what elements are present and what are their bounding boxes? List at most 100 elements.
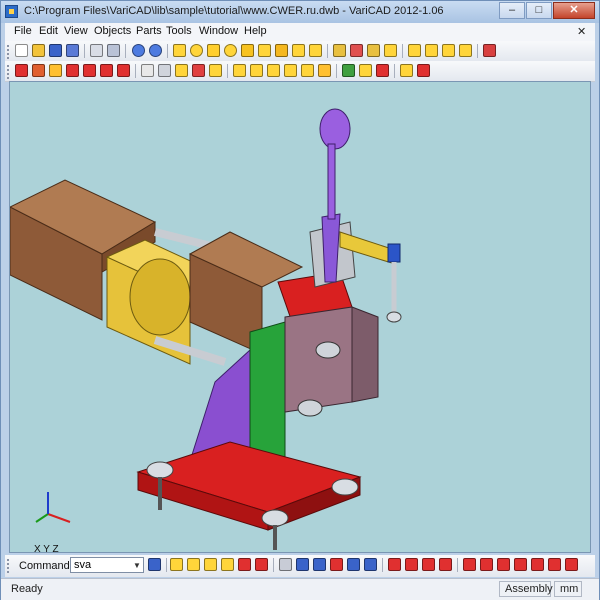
toolbar-separator — [227, 64, 228, 78]
toolbar-separator — [166, 558, 167, 572]
status-text: Ready — [11, 583, 43, 595]
axis-labels: X Y Z — [34, 544, 59, 555]
loft-icon[interactable] — [442, 44, 455, 57]
section-icon[interactable] — [192, 64, 205, 77]
torus-solid-icon[interactable] — [241, 44, 254, 57]
copy-transform-icon[interactable] — [49, 64, 62, 77]
maximize-button[interactable]: □ — [526, 2, 552, 19]
chamfer-icon[interactable] — [301, 64, 314, 77]
command-execute-icon[interactable] — [148, 558, 161, 571]
cross-section-icon[interactable] — [388, 558, 401, 571]
solid-box-icon[interactable] — [170, 558, 183, 571]
transform-icon[interactable] — [32, 64, 45, 77]
wireframe-icon[interactable] — [141, 64, 154, 77]
undo-icon[interactable] — [132, 44, 145, 57]
constraint-icon[interactable] — [296, 558, 309, 571]
minimize-button[interactable]: – — [499, 2, 525, 19]
bom-icon[interactable] — [364, 558, 377, 571]
view-front-icon[interactable] — [342, 64, 355, 77]
toolbar-separator — [394, 64, 395, 78]
copy-icon[interactable] — [90, 44, 103, 57]
assembly-tree-icon[interactable] — [279, 558, 292, 571]
menu-edit[interactable]: Edit — [39, 25, 58, 37]
scale-icon[interactable] — [100, 64, 113, 77]
menu-view[interactable]: View — [64, 25, 88, 37]
solid-section-icon[interactable] — [238, 558, 251, 571]
solid-cut-icon[interactable] — [255, 558, 268, 571]
solid-pipe-icon[interactable] — [204, 558, 217, 571]
array-icon[interactable] — [117, 64, 130, 77]
solid-cylinder-icon[interactable] — [187, 558, 200, 571]
measure-icon[interactable] — [209, 64, 222, 77]
shaded-icon[interactable] — [175, 64, 188, 77]
extrude-icon[interactable] — [408, 44, 421, 57]
solid-visibility-icon[interactable] — [548, 558, 561, 571]
open-folder-icon[interactable] — [32, 44, 45, 57]
title-bar[interactable]: C:\Program Files\VariCAD\lib\sample\tuto… — [1, 1, 599, 23]
save-icon[interactable] — [49, 44, 62, 57]
mirror-icon[interactable] — [83, 64, 96, 77]
zoom-icon[interactable] — [417, 64, 430, 77]
boolean-intersect-icon[interactable] — [267, 64, 280, 77]
close-button[interactable]: ✕ — [553, 2, 595, 19]
menu-window[interactable]: Window — [199, 25, 238, 37]
mate-icon[interactable] — [313, 558, 326, 571]
elbow-solid-icon[interactable] — [292, 44, 305, 57]
menu-parts[interactable]: Parts — [136, 25, 162, 37]
cylinder-barrel — [129, 258, 191, 336]
solid-color-icon[interactable] — [514, 558, 527, 571]
varicad-app-icon[interactable] — [5, 5, 18, 18]
toolbar-separator — [167, 44, 168, 58]
command-bar-grip[interactable] — [7, 559, 13, 573]
bolt-library-icon[interactable] — [483, 44, 496, 57]
toolbar-grip[interactable] — [7, 65, 13, 79]
solid-layer-icon[interactable] — [531, 558, 544, 571]
menu-tools[interactable]: Tools — [166, 25, 192, 37]
show-solid-icon[interactable] — [497, 558, 510, 571]
menu-help[interactable]: Help — [244, 25, 267, 37]
paste-icon[interactable] — [107, 44, 120, 57]
dimension-icon[interactable] — [422, 558, 435, 571]
pyramid-solid-icon[interactable] — [258, 44, 271, 57]
link-icon[interactable] — [330, 558, 343, 571]
3d-viewport[interactable] — [9, 81, 591, 553]
pipe-solid-icon[interactable] — [275, 44, 288, 57]
check-interference-icon[interactable] — [463, 558, 476, 571]
new-file-icon[interactable] — [15, 44, 28, 57]
assembly-attrs-icon[interactable] — [347, 558, 360, 571]
command-dropdown-arrow[interactable]: ▼ — [133, 561, 141, 570]
view-top-icon[interactable] — [359, 64, 372, 77]
view-iso-icon[interactable] — [376, 64, 389, 77]
insert-part-icon[interactable] — [333, 44, 346, 57]
boolean-union-icon[interactable] — [233, 64, 246, 77]
rotate-icon[interactable] — [66, 64, 79, 77]
hidden-lines-icon[interactable] — [158, 64, 171, 77]
exploded-view-icon[interactable] — [405, 558, 418, 571]
toolbar-grip[interactable] — [7, 45, 13, 59]
solid-properties-icon[interactable] — [565, 558, 578, 571]
pan-icon[interactable] — [400, 64, 413, 77]
ring-solid-icon[interactable] — [309, 44, 322, 57]
boolean-subtract-icon[interactable] — [250, 64, 263, 77]
move-solid-icon[interactable] — [384, 44, 397, 57]
assembly-model — [10, 108, 402, 550]
cone-solid-icon[interactable] — [207, 44, 220, 57]
save-all-icon[interactable] — [66, 44, 79, 57]
sphere-solid-icon[interactable] — [224, 44, 237, 57]
close-document-button[interactable]: ✕ — [577, 25, 586, 38]
join-solids-icon[interactable] — [367, 44, 380, 57]
menu-file[interactable]: File — [14, 25, 32, 37]
annotation-icon[interactable] — [439, 558, 452, 571]
box-solid-icon[interactable] — [173, 44, 186, 57]
menu-objects[interactable]: Objects — [94, 25, 131, 37]
hole-icon[interactable] — [318, 64, 331, 77]
fillet-icon[interactable] — [284, 64, 297, 77]
add-objects-icon[interactable] — [350, 44, 363, 57]
redo-icon[interactable] — [149, 44, 162, 57]
cylinder-solid-icon[interactable] — [190, 44, 203, 57]
hide-solid-icon[interactable] — [480, 558, 493, 571]
solid-elbow-icon[interactable] — [221, 558, 234, 571]
delete-icon[interactable] — [15, 64, 28, 77]
revolve-icon[interactable] — [425, 44, 438, 57]
sweep-icon[interactable] — [459, 44, 472, 57]
